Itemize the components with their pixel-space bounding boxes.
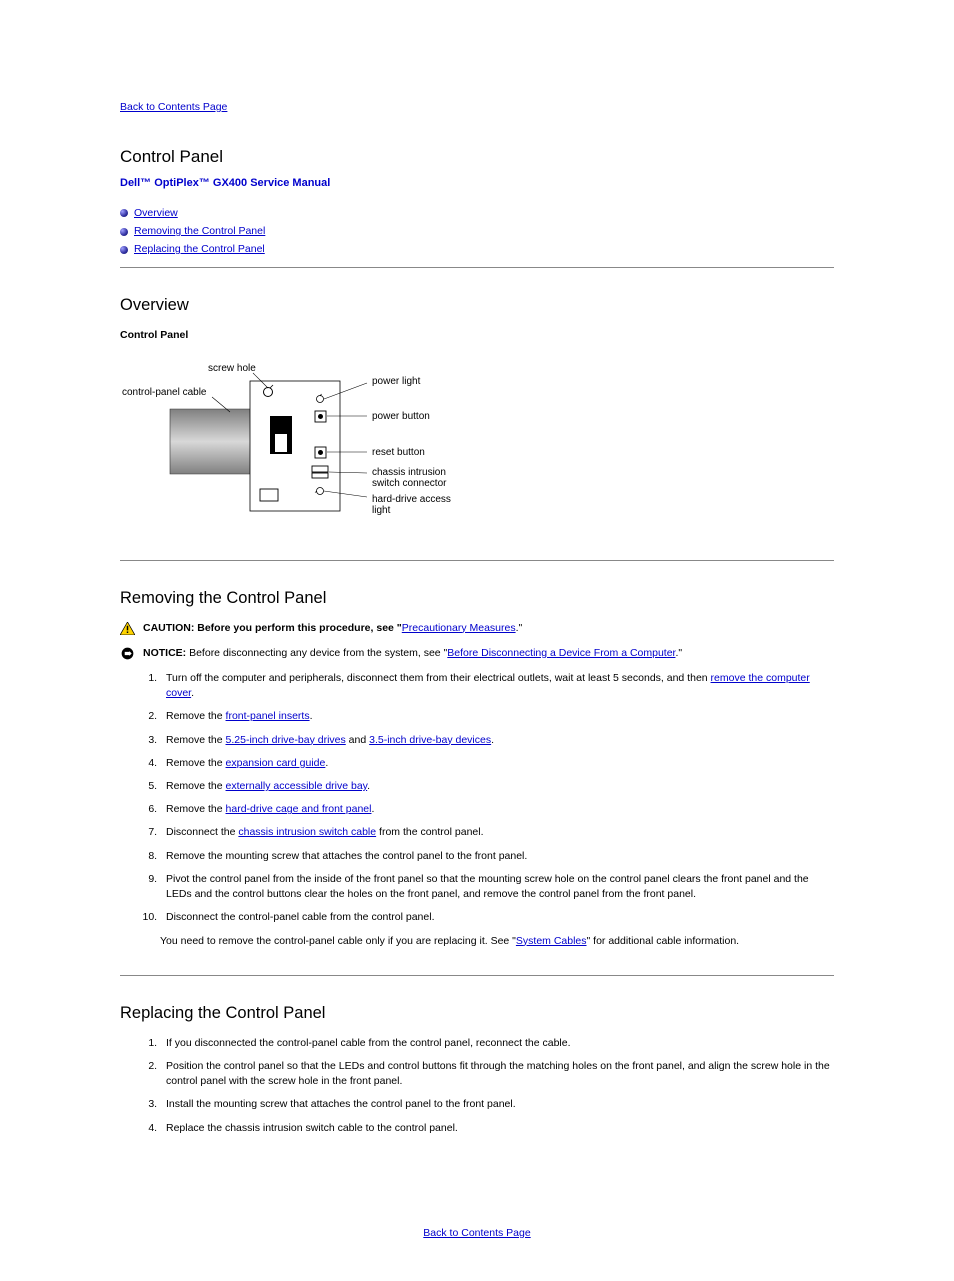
label-chassis-2: switch connector [372, 478, 447, 489]
note-link[interactable]: System Cables [516, 935, 587, 947]
step-6: Remove the hard-drive cage and front pan… [160, 802, 834, 817]
remove-steps: Turn off the computer and peripherals, d… [120, 671, 834, 926]
bullet-icon [120, 246, 128, 254]
notice-link[interactable]: Before Disconnecting a Device From a Com… [447, 647, 675, 659]
step4-link[interactable]: expansion card guide [226, 757, 326, 769]
overview-heading: Overview [120, 294, 834, 318]
page-title: Control Panel [120, 145, 834, 170]
step2-link[interactable]: front-panel inserts [226, 710, 310, 722]
remove-note: You need to remove the control-panel cab… [160, 934, 834, 949]
step-7: Disconnect the chassis intrusion switch … [160, 825, 834, 840]
back-link-top[interactable]: Back to Contents Page [120, 100, 227, 115]
overview-subheading: Control Panel [120, 328, 834, 343]
label-hdd-2: light [372, 505, 391, 516]
label-hdd-1: hard-drive access [372, 494, 451, 505]
replace-step-3: Install the mounting screw that attaches… [160, 1097, 834, 1112]
caution-icon [120, 622, 135, 635]
divider [120, 975, 834, 976]
label-chassis-1: chassis intrusion [372, 467, 446, 478]
bullet-icon [120, 228, 128, 236]
step-10: Disconnect the control-panel cable from … [160, 910, 834, 925]
remove-heading: Removing the Control Panel [120, 587, 834, 611]
step-1: Turn off the computer and peripherals, d… [160, 671, 834, 701]
bullet-icon [120, 209, 128, 217]
label-power-button: power button [372, 411, 430, 422]
step-8: Remove the mounting screw that attaches … [160, 849, 834, 864]
divider [120, 560, 834, 561]
toc-overview[interactable]: Overview [134, 206, 178, 221]
label-power-light: power light [372, 376, 421, 387]
replace-heading: Replacing the Control Panel [120, 1002, 834, 1026]
step5-link[interactable]: externally accessible drive bay [226, 780, 368, 792]
step3-link1[interactable]: 5.25-inch drive-bay drives [226, 734, 346, 746]
notice-pre: Before disconnecting any device from the… [186, 647, 447, 659]
caution-label: CAUTION: Before you perform this procedu… [143, 622, 402, 634]
label-screw-hole: screw hole [208, 363, 256, 374]
step3-link2[interactable]: 3.5-inch drive-bay devices [369, 734, 491, 746]
replace-step-2: Position the control panel so that the L… [160, 1059, 834, 1089]
replace-step-4: Replace the chassis intrusion switch cab… [160, 1121, 834, 1136]
step-2: Remove the front-panel inserts. [160, 709, 834, 724]
step6-link[interactable]: hard-drive cage and front panel [226, 803, 372, 815]
table-of-contents: Overview Removing the Control Panel Repl… [120, 206, 834, 258]
label-reset-button: reset button [372, 447, 425, 458]
notice-callout: NOTICE: Before disconnecting any device … [120, 646, 834, 661]
caution-tail: ." [516, 622, 523, 634]
control-panel-diagram: screw hole control-panel cable power lig… [120, 354, 834, 534]
manual-title: Dell™ OptiPlex™ GX400 Service Manual [120, 176, 834, 192]
step7-link[interactable]: chassis intrusion switch cable [238, 826, 376, 838]
notice-label: NOTICE: [143, 647, 186, 659]
caution-callout: CAUTION: Before you perform this procedu… [120, 621, 834, 636]
notice-tail: ." [675, 647, 682, 659]
replace-step-1: If you disconnected the control-panel ca… [160, 1036, 834, 1051]
replace-steps: If you disconnected the control-panel ca… [120, 1036, 834, 1136]
step-3: Remove the 5.25-inch drive-bay drives an… [160, 733, 834, 748]
back-link-bottom[interactable]: Back to Contents Page [423, 1227, 530, 1239]
divider [120, 267, 834, 268]
toc-remove[interactable]: Removing the Control Panel [134, 224, 265, 239]
label-cable: control-panel cable [122, 387, 207, 398]
notice-icon [120, 647, 135, 660]
step-9: Pivot the control panel from the inside … [160, 872, 834, 902]
toc-replace[interactable]: Replacing the Control Panel [134, 242, 265, 257]
step-4: Remove the expansion card guide. [160, 756, 834, 771]
step-5: Remove the externally accessible drive b… [160, 779, 834, 794]
caution-link[interactable]: Precautionary Measures [402, 622, 516, 634]
